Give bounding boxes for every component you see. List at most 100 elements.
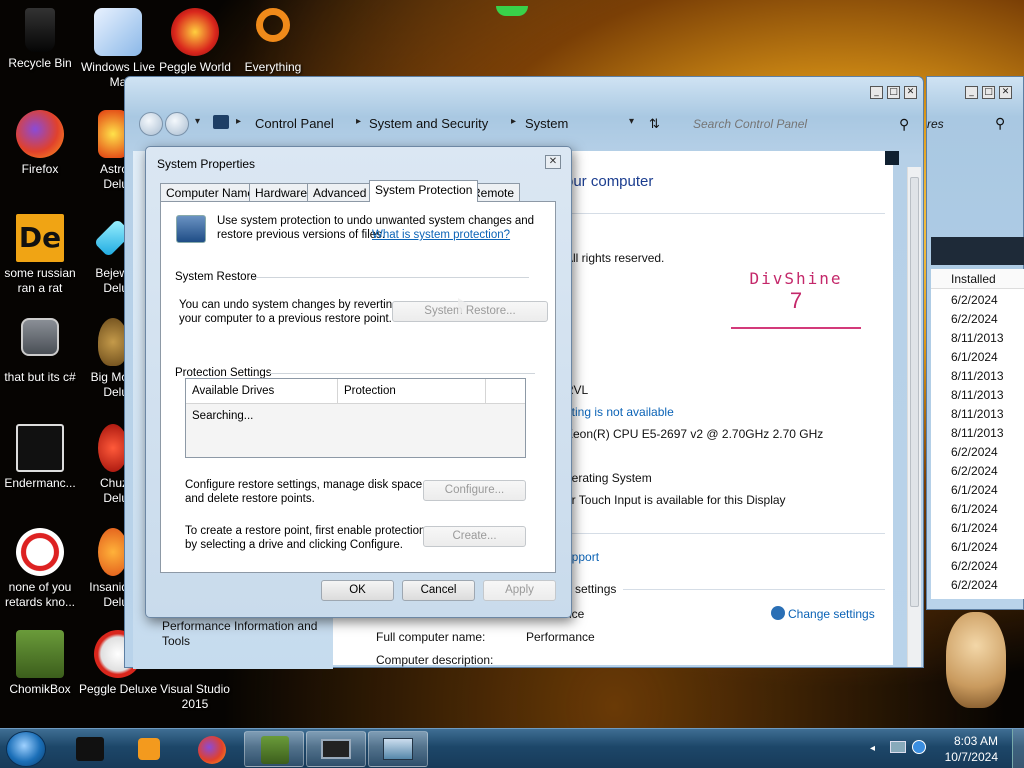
breadcrumb-control-panel[interactable]: Control Panel [255, 116, 334, 131]
taskbar-item-terminal[interactable] [60, 731, 120, 767]
desktop-icon-visual-studio[interactable]: Visual Studio 2015 [155, 682, 235, 712]
search-input[interactable] [685, 112, 911, 136]
configure-button[interactable]: Configure... [423, 480, 526, 501]
desktop-icon-big-money[interactable]: Big Mo Delu [78, 318, 128, 400]
oem-logo-number: 7 [789, 288, 803, 313]
search-fragment: res [927, 117, 944, 131]
vertical-scrollbar[interactable] [907, 167, 921, 667]
background-window-programs[interactable]: _ □ ✕ res ⚲ Installed 6/2/2024 6/2/2024 8/… [926, 76, 1024, 610]
list-item-installed-date[interactable]: 6/1/2024 [951, 350, 998, 364]
close-button[interactable]: ✕ [904, 86, 917, 99]
list-item-installed-date[interactable]: 8/11/2013 [951, 331, 1004, 345]
desktop-icon-insaniquarium[interactable]: Insaniq Delu [78, 528, 128, 610]
start-button[interactable] [6, 731, 46, 767]
tab-system-protection[interactable]: System Protection [369, 180, 479, 202]
clock-date[interactable]: 10/7/2024 [945, 750, 998, 764]
taskbar-item-control-panel[interactable] [368, 731, 428, 767]
breadcrumb-system-and-security[interactable]: System and Security [369, 116, 488, 131]
clock-time[interactable]: 8:03 AM [954, 734, 998, 748]
breadcrumb-separator[interactable]: ▸ [356, 116, 361, 127]
windows-experience-index-link[interactable]: ating is not available [565, 405, 674, 419]
configure-text-line2: and delete restore points. [185, 493, 315, 505]
list-item-installed-date[interactable]: 6/2/2024 [951, 293, 998, 307]
scrollbar-thumb[interactable] [910, 177, 919, 607]
breadcrumb-system[interactable]: System [525, 116, 568, 131]
network-icon[interactable] [890, 741, 906, 753]
list-item-installed-date[interactable]: 6/2/2024 [951, 312, 998, 326]
media-player-icon [138, 738, 160, 760]
hamster-gadget-icon[interactable] [946, 612, 1006, 708]
maximize-button[interactable]: □ [982, 86, 995, 99]
breadcrumb-separator[interactable]: ▸ [511, 116, 516, 127]
create-button[interactable]: Create... [423, 526, 526, 547]
change-settings-link[interactable]: Change settings [788, 607, 875, 621]
performance-info-link[interactable]: Performance Information and Tools [162, 619, 332, 649]
column-header-installed[interactable]: Installed [931, 269, 1024, 289]
desktop-icon-that-but-its-csharp[interactable]: that but its c# [0, 318, 80, 385]
column-header-available-drives[interactable]: Available Drives [186, 379, 338, 404]
taskbar-item-display[interactable] [306, 731, 366, 767]
list-item-installed-date[interactable]: 8/11/2013 [951, 369, 1004, 383]
desktop-icon-none-of-you[interactable]: none of you retards kno... [0, 528, 80, 610]
search-icon[interactable]: ⚲ [899, 116, 909, 133]
close-button[interactable]: ✕ [545, 155, 561, 169]
desktop-icon-chomikbox[interactable]: ChomikBox [0, 630, 80, 697]
control-panel-icon [383, 738, 413, 760]
desktop-icon-astro[interactable]: Astro Delu [78, 110, 128, 192]
list-item-installed-date[interactable]: 6/1/2024 [951, 502, 998, 516]
desktop-icon-recycle-bin[interactable]: Recycle Bin [0, 8, 80, 71]
ok-button[interactable]: OK [321, 580, 394, 601]
list-item-installed-date[interactable]: 6/2/2024 [951, 559, 998, 573]
taskbar-item-firefox[interactable] [182, 731, 242, 767]
mouse-cursor-icon [458, 298, 468, 318]
show-desktop-button[interactable] [1012, 729, 1024, 768]
tab-advanced[interactable]: Advanced [307, 183, 373, 201]
address-bar: ▾ ▸ Control Panel ▸ System and Security … [133, 107, 917, 139]
volume-icon[interactable] [912, 740, 926, 754]
desktop-icon-chuzzle[interactable]: Chuz Delu [78, 424, 128, 506]
chevron-down-icon[interactable]: ▾ [629, 116, 634, 127]
list-item-installed-date[interactable]: 8/11/2013 [951, 426, 1004, 440]
search-icon[interactable]: ⚲ [995, 115, 1005, 132]
show-hidden-icons-chevron-icon[interactable]: ◂ [870, 743, 875, 754]
system-restore-button[interactable]: System Restore... [392, 301, 548, 322]
refresh-icon[interactable]: ⇅ [649, 116, 660, 132]
list-item-installed-date[interactable]: 6/2/2024 [951, 464, 998, 478]
list-item-installed-date[interactable]: 6/2/2024 [951, 578, 998, 592]
drives-table[interactable]: Available Drives Protection Searching... [185, 378, 526, 458]
what-is-system-protection-link[interactable]: What is system protection? [372, 228, 510, 242]
list-item-installed-date[interactable]: 6/1/2024 [951, 521, 998, 535]
list-item-installed-date[interactable]: 6/1/2024 [951, 540, 998, 554]
desktop-icon-everything[interactable]: Everything [233, 8, 313, 75]
minimize-button[interactable]: _ [870, 86, 883, 99]
tab-computer-name[interactable]: Computer Name [160, 183, 261, 201]
column-header-protection[interactable]: Protection [338, 379, 486, 404]
list-item-installed-date[interactable]: 8/11/2013 [951, 407, 1004, 421]
help-icon[interactable] [885, 151, 899, 165]
programs-list[interactable]: Installed 6/2/2024 6/2/2024 8/11/2013 6/1/2… [931, 269, 1024, 599]
close-button[interactable]: ✕ [999, 86, 1012, 99]
chomikbox-icon [16, 630, 64, 678]
list-item-installed-date[interactable]: 6/2/2024 [951, 445, 998, 459]
system-protection-icon [176, 215, 206, 243]
desktop-icon-some-russian[interactable]: De some russian ran a rat [0, 214, 80, 296]
forward-button[interactable] [165, 112, 189, 136]
list-item-installed-date[interactable]: 8/11/2013 [951, 388, 1004, 402]
desktop-icon-firefox[interactable]: Firefox [0, 110, 80, 177]
list-item-installed-date[interactable]: 6/1/2024 [951, 483, 998, 497]
desktop-icon-label: Peggle World [159, 60, 231, 74]
chevron-down-icon[interactable]: ▾ [195, 116, 200, 127]
breadcrumb-separator[interactable]: ▸ [236, 116, 241, 127]
apply-button[interactable]: Apply [483, 580, 556, 601]
desktop-icon-peggle-world[interactable]: Peggle World [155, 8, 235, 75]
maximize-button[interactable]: □ [887, 86, 900, 99]
system-properties-dialog[interactable]: System Properties ✕ Computer Name Hardwa… [145, 146, 572, 618]
taskbar-item-media-player[interactable] [120, 731, 180, 767]
cancel-button[interactable]: Cancel [402, 580, 475, 601]
desktop-icon-endermanch[interactable]: Endermanc... [0, 424, 80, 491]
desktop-icon-bejeweled[interactable]: Bejew Delu [78, 214, 128, 296]
taskbar-item-chomikbox[interactable] [244, 731, 304, 767]
back-button[interactable] [139, 112, 163, 136]
tab-hardware[interactable]: Hardware [249, 183, 314, 201]
minimize-button[interactable]: _ [965, 86, 978, 99]
